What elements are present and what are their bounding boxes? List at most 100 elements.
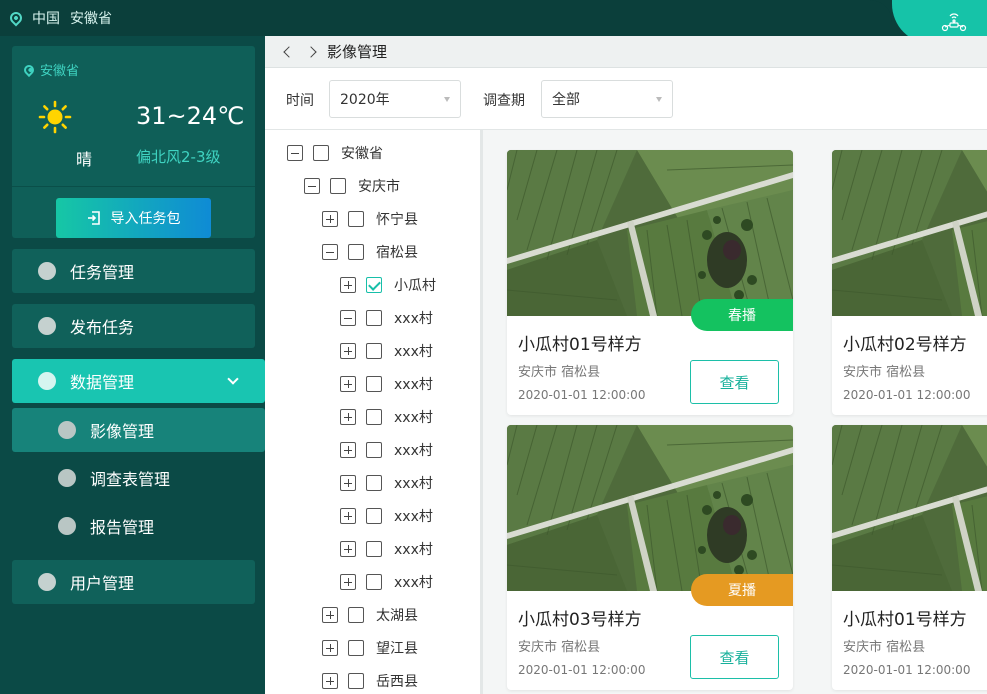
tree-node[interactable]: 望江县 bbox=[322, 638, 418, 658]
time-select-value: 2020年 bbox=[340, 92, 390, 108]
nav-user-management[interactable]: 用户管理 bbox=[12, 560, 255, 604]
tree-checkbox[interactable] bbox=[366, 541, 382, 557]
tree-node[interactable]: xxx村 bbox=[340, 407, 433, 427]
tree-checkbox[interactable] bbox=[348, 211, 364, 227]
view-button[interactable]: 查看 bbox=[690, 360, 779, 404]
expand-icon[interactable] bbox=[322, 607, 338, 623]
expand-icon[interactable] bbox=[340, 376, 356, 392]
tree-node[interactable]: 怀宁县 bbox=[322, 209, 418, 229]
tree-node-label: 岳西县 bbox=[376, 674, 418, 690]
tree-node-label: 安徽省 bbox=[341, 146, 383, 162]
tree-node[interactable]: xxx村 bbox=[340, 572, 433, 592]
image-card[interactable]: 小瓜村02号样方安庆市 宿松县2020-01-01 12:00:00查看 bbox=[832, 150, 987, 415]
card-timestamp: 2020-01-01 12:00:00 bbox=[518, 388, 646, 402]
collapse-icon[interactable] bbox=[304, 178, 320, 194]
nav-task-management[interactable]: 任务管理 bbox=[12, 249, 255, 293]
tree-node-label: 望江县 bbox=[376, 641, 418, 657]
tree-node[interactable]: xxx村 bbox=[340, 341, 433, 361]
tree-node[interactable]: 安庆市 bbox=[304, 176, 400, 196]
tree-node[interactable]: xxx村 bbox=[340, 506, 433, 526]
expand-icon[interactable] bbox=[340, 343, 356, 359]
expand-icon[interactable] bbox=[340, 475, 356, 491]
image-card[interactable]: 春播 小瓜村01号样方 安庆市 宿松县 2020-01-01 12:00:00 查看 bbox=[507, 150, 793, 415]
collapse-icon[interactable] bbox=[322, 244, 338, 260]
nav-image-management[interactable]: 影像管理 bbox=[12, 408, 265, 452]
tree-node[interactable]: xxx村 bbox=[340, 473, 433, 493]
card-title: 小瓜村03号样方 bbox=[518, 610, 642, 630]
tree-node[interactable]: 岳西县 bbox=[322, 671, 418, 691]
tree-node[interactable]: xxx村 bbox=[340, 308, 433, 328]
expand-icon[interactable] bbox=[322, 211, 338, 227]
expand-icon[interactable] bbox=[340, 508, 356, 524]
nav-data-management[interactable]: 数据管理 bbox=[12, 359, 265, 403]
aerial-image bbox=[507, 150, 793, 316]
card-timestamp: 2020-01-01 12:00:00 bbox=[843, 388, 971, 402]
tree-checkbox[interactable] bbox=[366, 409, 382, 425]
tree-node[interactable]: xxx村 bbox=[340, 440, 433, 460]
back-icon[interactable] bbox=[283, 45, 295, 58]
nav-dot-icon bbox=[38, 262, 56, 280]
tree-node[interactable]: 太湖县 bbox=[322, 605, 418, 625]
country-label: 中国 bbox=[32, 11, 60, 27]
time-filter-label: 时间 bbox=[286, 93, 314, 109]
weather-panel: 安徽省 31~24℃ 晴 偏北风2-3级 导入任务包 bbox=[12, 46, 255, 238]
province-label: 安徽省 bbox=[70, 11, 112, 27]
filter-bar: 时间 2020年 调查期 全部 bbox=[265, 68, 987, 130]
tree-node-label: 小瓜村 bbox=[394, 278, 436, 294]
card-title: 小瓜村01号样方 bbox=[843, 610, 967, 630]
tree-checkbox[interactable] bbox=[330, 178, 346, 194]
view-button[interactable]: 查看 bbox=[690, 635, 779, 679]
nav-report-management[interactable]: 报告管理 bbox=[12, 504, 255, 548]
period-select-value: 全部 bbox=[552, 92, 580, 108]
card-region: 安庆市 宿松县 bbox=[843, 365, 926, 380]
expand-icon[interactable] bbox=[322, 673, 338, 689]
nav-survey-management[interactable]: 调查表管理 bbox=[12, 456, 255, 500]
main-content: 影像管理 时间 2020年 调查期 全部 安徽省 安庆市 怀宁县 宿松县 小瓜村 xxx村… bbox=[265, 36, 987, 694]
sun-icon bbox=[38, 100, 72, 134]
nav-dot-icon bbox=[38, 573, 56, 591]
import-task-package-button[interactable]: 导入任务包 bbox=[56, 198, 211, 238]
expand-icon[interactable] bbox=[340, 541, 356, 557]
tree-node-label: xxx村 bbox=[394, 542, 433, 558]
expand-icon[interactable] bbox=[340, 277, 356, 293]
forward-icon[interactable] bbox=[305, 45, 317, 58]
tree-checkbox[interactable] bbox=[348, 607, 364, 623]
tree-node[interactable]: 宿松县 bbox=[322, 242, 418, 262]
image-card[interactable]: 夏播 小瓜村03号样方 安庆市 宿松县 2020-01-01 12:00:00 查看 bbox=[507, 425, 793, 690]
tree-node[interactable]: 小瓜村 bbox=[340, 275, 436, 295]
chevron-down-icon bbox=[227, 373, 239, 385]
tree-checkbox[interactable] bbox=[313, 145, 329, 161]
nav-publish-task[interactable]: 发布任务 bbox=[12, 304, 255, 348]
time-select[interactable]: 2020年 bbox=[329, 80, 461, 118]
tree-node[interactable]: xxx村 bbox=[340, 374, 433, 394]
tree-checkbox[interactable] bbox=[366, 310, 382, 326]
tree-checkbox[interactable] bbox=[348, 640, 364, 656]
expand-icon[interactable] bbox=[322, 640, 338, 656]
collapse-icon[interactable] bbox=[287, 145, 303, 161]
tree-checkbox[interactable] bbox=[366, 343, 382, 359]
tree-checkbox[interactable] bbox=[348, 244, 364, 260]
period-select[interactable]: 全部 bbox=[541, 80, 673, 118]
nav-label: 任务管理 bbox=[70, 263, 135, 282]
tree-checkbox[interactable] bbox=[366, 574, 382, 590]
tree-checkbox[interactable] bbox=[366, 376, 382, 392]
season-tag: 夏播 bbox=[691, 574, 793, 606]
image-card[interactable]: 小瓜村01号样方安庆市 宿松县2020-01-01 12:00:00查看 bbox=[832, 425, 987, 690]
tree-node-label: 宿松县 bbox=[376, 245, 418, 261]
collapse-icon[interactable] bbox=[340, 310, 356, 326]
tree-node[interactable]: xxx村 bbox=[340, 539, 433, 559]
expand-icon[interactable] bbox=[340, 574, 356, 590]
weather-condition: 晴 bbox=[76, 150, 93, 169]
tree-checkbox[interactable] bbox=[366, 277, 382, 293]
tree-checkbox[interactable] bbox=[348, 673, 364, 689]
tree-checkbox[interactable] bbox=[366, 475, 382, 491]
temperature: 31~24℃ bbox=[136, 102, 245, 130]
tree-checkbox[interactable] bbox=[366, 508, 382, 524]
expand-icon[interactable] bbox=[340, 409, 356, 425]
tree-node[interactable]: 安徽省 bbox=[287, 143, 383, 163]
expand-icon[interactable] bbox=[340, 442, 356, 458]
weather-location: 安徽省 bbox=[21, 60, 79, 79]
location-indicator[interactable]: 中国 安徽省 bbox=[7, 8, 116, 28]
tree-checkbox[interactable] bbox=[366, 442, 382, 458]
tree-node-label: xxx村 bbox=[394, 311, 433, 327]
